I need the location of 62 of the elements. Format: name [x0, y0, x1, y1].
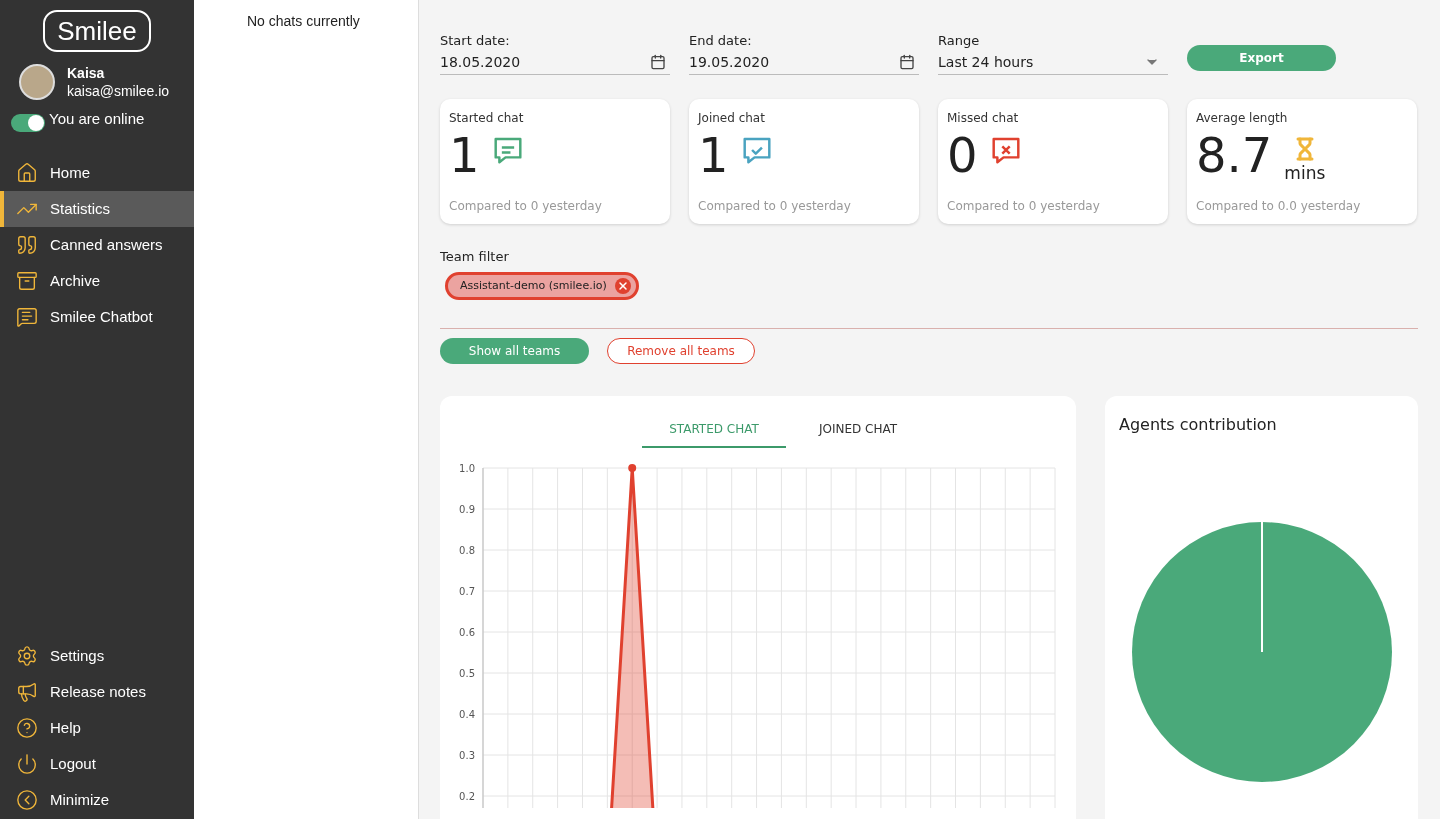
nav-item[interactable]: Help	[0, 710, 194, 746]
nav-item[interactable]: Settings	[0, 638, 194, 674]
stat-title: Average length	[1196, 109, 1289, 127]
chart-tab[interactable]: JOINED CHAT	[786, 412, 930, 448]
user-email: kaisa@smilee.io	[67, 82, 170, 100]
home-icon	[16, 162, 38, 184]
field-label: End date:	[689, 32, 753, 50]
nav-item[interactable]: Logout	[0, 746, 194, 782]
nav-item[interactable]: Canned answers	[0, 227, 194, 263]
stat-value: 1	[698, 126, 729, 183]
nav-item[interactable]: Statistics	[0, 191, 194, 227]
stat-title: Joined chat	[698, 109, 766, 127]
y-tick-label: 0.2	[459, 791, 475, 802]
y-tick-label: 0.7	[459, 586, 475, 597]
minimize-icon	[16, 789, 38, 811]
stat-title: Started chat	[449, 109, 525, 127]
logo: Smilee	[43, 10, 151, 52]
stat-value: 1	[449, 126, 480, 183]
y-tick-label: 1.0	[459, 463, 475, 474]
y-tick-label: 0.3	[459, 750, 475, 761]
stat-title: Missed chat	[947, 109, 1020, 127]
megaphone-icon	[16, 681, 38, 703]
agents-title: Agents contribution	[1119, 414, 1278, 436]
bot-icon	[16, 306, 38, 328]
archive-icon	[16, 270, 38, 292]
field-label: Start date:	[440, 32, 511, 50]
date-field[interactable]: 18.05.2020	[440, 50, 670, 75]
settings-icon	[16, 645, 38, 667]
help-icon	[16, 717, 38, 739]
calendar-icon	[650, 54, 666, 70]
remove-all-teams-button[interactable]: Remove all teams	[607, 338, 755, 364]
nav-item[interactable]: Smilee Chatbot	[0, 299, 194, 335]
nav-item[interactable]: Minimize	[0, 782, 194, 818]
status-toggle[interactable]	[11, 114, 45, 132]
y-tick-label: 0.5	[459, 668, 475, 679]
stat-comparison: Compared to 0.0 yesterday	[1196, 197, 1362, 215]
y-tick-label: 0.6	[459, 627, 475, 638]
stat-unit: mins	[1284, 162, 1326, 183]
nav-item[interactable]: Release notes	[0, 674, 194, 710]
y-tick-label: 0.9	[459, 504, 475, 515]
field-label: Range	[938, 32, 981, 50]
y-tick-label: 0.8	[459, 545, 475, 556]
quote-icon	[16, 234, 38, 256]
power-icon	[16, 753, 38, 775]
y-tick-label: 0.4	[459, 709, 475, 720]
team-filter-label: Team filter	[440, 247, 510, 266]
empty-chats-text: No chats currently	[247, 13, 360, 29]
stat-comparison: Compared to 0 yesterday	[947, 197, 1101, 215]
team-chip[interactable]: Assistant-demo (smilee.io)	[445, 272, 639, 300]
stat-value: 8.7	[1196, 126, 1273, 183]
avatar	[19, 64, 55, 100]
stat-comparison: Compared to 0 yesterday	[698, 197, 852, 215]
nav-item[interactable]: Home	[0, 155, 194, 191]
stat-value: 0	[947, 126, 978, 183]
user-name: Kaisa	[67, 64, 106, 82]
range-select[interactable]: Last 24 hours	[938, 50, 1168, 75]
date-field[interactable]: 19.05.2020	[689, 50, 919, 75]
status-label: You are online	[49, 108, 145, 129]
stat-comparison: Compared to 0 yesterday	[449, 197, 603, 215]
remove-icon[interactable]	[614, 278, 631, 294]
nav-item[interactable]: Archive	[0, 263, 194, 299]
calendar-icon	[899, 54, 915, 70]
